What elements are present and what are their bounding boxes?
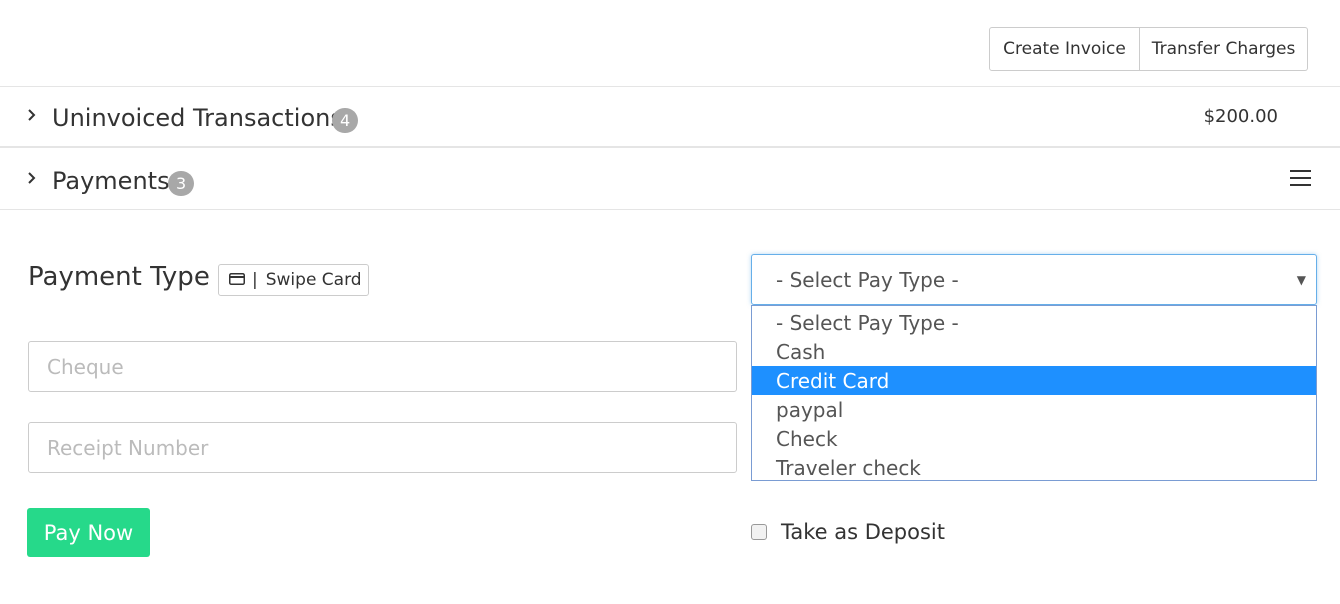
swipe-separator: |: [252, 270, 258, 290]
top-toolbar: Create Invoice Transfer Charges: [0, 0, 1340, 87]
swipe-card-button[interactable]: | Swipe Card: [218, 264, 369, 296]
receipt-number-input[interactable]: Receipt Number: [28, 422, 737, 473]
credit-card-icon: [229, 270, 245, 290]
payment-type-label: Payment Type: [28, 262, 210, 292]
uninvoiced-count-badge: 4: [332, 108, 359, 133]
payments-section[interactable]: Payments 3: [0, 149, 1340, 210]
uninvoiced-transactions-section[interactable]: Uninvoiced Transactions 4 $200.00: [0, 87, 1340, 148]
pay-type-selected-value: - Select Pay Type -: [776, 267, 959, 292]
hamburger-menu-icon[interactable]: [1290, 170, 1311, 186]
caret-down-icon[interactable]: ▼: [1297, 273, 1306, 287]
payments-title: Payments: [52, 167, 170, 195]
create-invoice-button[interactable]: Create Invoice: [989, 27, 1140, 71]
pay-now-button[interactable]: Pay Now: [27, 508, 150, 557]
uninvoiced-transactions-title: Uninvoiced Transactions: [52, 104, 343, 132]
invoice-button-group: Create Invoice Transfer Charges: [989, 27, 1308, 71]
uninvoiced-amount: $200.00: [1203, 106, 1278, 127]
take-as-deposit-label: Take as Deposit: [781, 520, 945, 544]
pay-type-option[interactable]: Check: [752, 424, 1316, 453]
cheque-input[interactable]: Cheque: [28, 341, 737, 392]
pay-type-option[interactable]: - Select Pay Type -: [752, 308, 1316, 337]
pay-type-dropdown-list: - Select Pay Type - Cash Credit Card pay…: [751, 305, 1317, 481]
transfer-charges-button[interactable]: Transfer Charges: [1140, 27, 1308, 71]
pay-type-option-highlighted[interactable]: Credit Card: [752, 366, 1316, 395]
take-as-deposit-checkbox[interactable]: [751, 524, 767, 540]
pay-type-option[interactable]: paypal: [752, 395, 1316, 424]
pay-type-select[interactable]: - Select Pay Type - ▼: [751, 254, 1317, 305]
swipe-card-label: Swipe Card: [265, 270, 362, 290]
chevron-right-icon[interactable]: [26, 169, 40, 189]
pay-type-option[interactable]: Cash: [752, 337, 1316, 366]
take-as-deposit-control[interactable]: Take as Deposit: [751, 520, 945, 544]
payments-count-badge: 3: [168, 171, 195, 196]
chevron-right-icon[interactable]: [26, 106, 40, 126]
pay-type-option[interactable]: Traveler check: [752, 453, 1316, 482]
